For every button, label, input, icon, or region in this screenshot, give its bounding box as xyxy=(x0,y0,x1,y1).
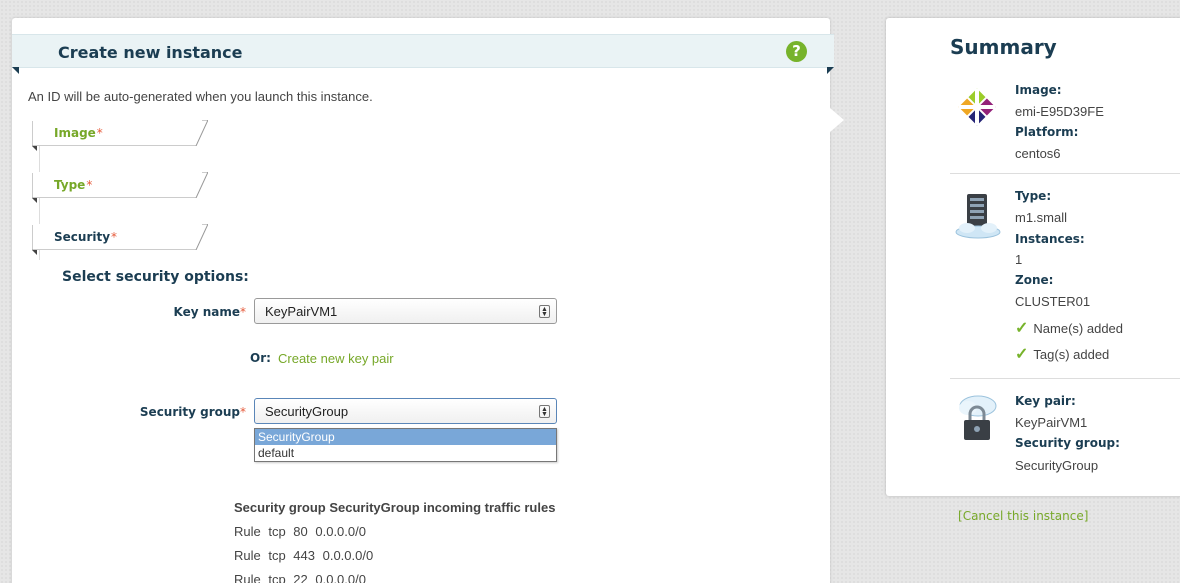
summary-divider xyxy=(950,173,1180,174)
security-group-value: SecurityGroup xyxy=(265,404,349,419)
step-connector xyxy=(39,250,40,260)
tab-security-label: Security* xyxy=(54,230,118,244)
dropdown-option[interactable]: default xyxy=(255,445,556,461)
instances-value: 1 xyxy=(1015,252,1023,267)
server-cloud-icon xyxy=(953,192,1003,243)
page-title: Create new instance xyxy=(58,43,243,62)
rule-row: Rule tcp 22 0.0.0.0/0 xyxy=(234,572,366,583)
select-arrows-icon: ▲ ▼ xyxy=(539,305,550,318)
image-value: emi-E95D39FE xyxy=(1015,104,1104,119)
secgroup-value: SecurityGroup xyxy=(1015,458,1099,473)
summary-divider xyxy=(950,378,1180,379)
tags-added-row: ✓ Tag(s) added xyxy=(1015,346,1110,363)
tab-corner xyxy=(32,198,37,203)
key-name-label: Key name* xyxy=(173,305,246,319)
step-connector xyxy=(39,198,40,224)
cloud-lock-icon xyxy=(954,392,1000,447)
header-fold-right xyxy=(827,67,834,74)
names-added-row: ✓ Name(s) added xyxy=(1015,320,1124,337)
keypair-value: KeyPairVM1 xyxy=(1015,415,1088,430)
select-arrows-icon: ▲ ▼ xyxy=(539,405,550,418)
security-group-select[interactable]: SecurityGroup ▲ ▼ xyxy=(254,398,557,424)
security-group-label: Security group* xyxy=(139,405,246,419)
checkmark-icon: ✓ xyxy=(1015,320,1029,337)
or-label: Or: xyxy=(250,351,271,365)
security-group-dropdown[interactable]: SecurityGroup default xyxy=(254,428,557,462)
zone-label: Zone: xyxy=(1015,273,1054,287)
tab-type-label: Type* xyxy=(54,178,93,192)
keypair-label: Key pair: xyxy=(1015,394,1076,408)
tab-corner xyxy=(32,250,37,255)
image-label: Image: xyxy=(1015,83,1062,97)
type-label: Type: xyxy=(1015,189,1052,203)
checkmark-icon: ✓ xyxy=(1015,346,1029,363)
header-fold-left xyxy=(12,67,19,74)
tab-image-label: Image* xyxy=(54,126,103,140)
secgroup-label: Security group: xyxy=(1015,436,1120,450)
wizard-header: Create new instance ? xyxy=(12,34,834,74)
help-icon[interactable]: ? xyxy=(786,41,807,62)
tab-image[interactable]: Image* xyxy=(32,120,208,151)
rules-title: Security group SecurityGroup incoming tr… xyxy=(234,500,556,515)
centos-logo-icon xyxy=(956,86,998,131)
create-key-pair-link[interactable]: Create new key pair xyxy=(278,351,394,366)
zone-value: CLUSTER01 xyxy=(1015,294,1091,309)
type-value: m1.small xyxy=(1015,210,1068,225)
platform-value: centos6 xyxy=(1015,146,1061,161)
dropdown-option[interactable]: SecurityGroup xyxy=(255,429,556,445)
security-section-title: Select security options: xyxy=(62,269,249,285)
platform-label: Platform: xyxy=(1015,125,1079,139)
tab-corner xyxy=(32,146,37,151)
summary-title: Summary xyxy=(950,35,1057,59)
tab-type[interactable]: Type* xyxy=(32,172,208,203)
cancel-instance-link[interactable]: [Cancel this instance] xyxy=(958,509,1088,523)
tab-security[interactable]: Security* xyxy=(32,224,208,255)
key-name-value: KeyPairVM1 xyxy=(265,304,338,319)
panel-pointer xyxy=(830,108,844,132)
rule-row: Rule tcp 80 0.0.0.0/0 xyxy=(234,524,366,539)
instances-label: Instances: xyxy=(1015,232,1085,246)
rule-row: Rule tcp 443 0.0.0.0/0 xyxy=(234,548,374,563)
intro-text: An ID will be auto-generated when you la… xyxy=(28,89,373,104)
step-connector xyxy=(39,146,40,174)
key-name-select[interactable]: KeyPairVM1 ▲ ▼ xyxy=(254,298,557,324)
